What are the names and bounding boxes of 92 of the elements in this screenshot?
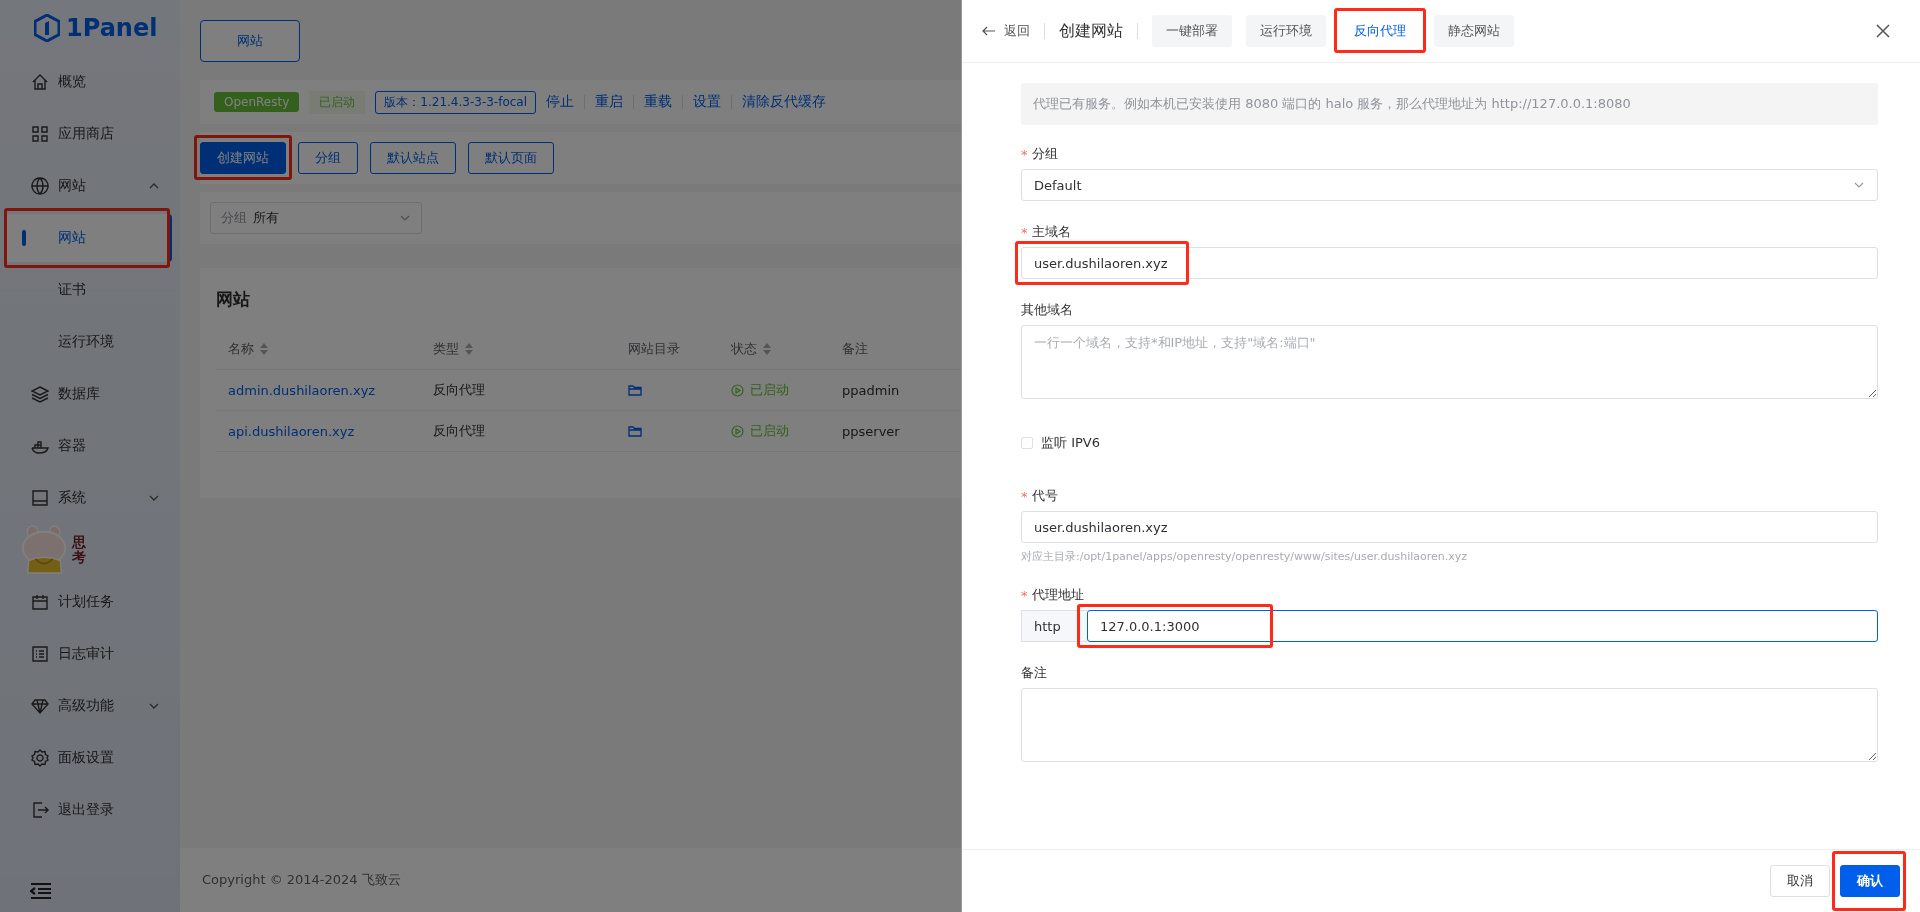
field-label: 主域名 bbox=[1031, 223, 1071, 241]
version-tag: 版本：1.21.4.3-3-3-focal bbox=[375, 90, 537, 114]
field-label: 备注 bbox=[1021, 664, 1047, 682]
monitor-icon bbox=[30, 488, 50, 508]
site-link[interactable]: api.dushilaoren.xyz bbox=[228, 423, 355, 439]
globe-icon bbox=[30, 176, 50, 196]
sidebar-item[interactable]: 网站 bbox=[0, 160, 180, 212]
sidebar-item[interactable]: 面板设置 bbox=[0, 732, 180, 784]
column-header: 状态 bbox=[730, 340, 757, 358]
proxy-address-field[interactable]: 127.0.0.1:3000 bbox=[1087, 610, 1878, 642]
sidebar-item[interactable]: 数据库 bbox=[0, 368, 180, 420]
action-link[interactable]: 设置 bbox=[693, 93, 722, 111]
toolbar-button[interactable]: 默认页面 bbox=[468, 142, 554, 174]
column-header: 网站目录 bbox=[627, 340, 680, 358]
create-button[interactable]: 创建网站 bbox=[200, 142, 286, 174]
sidebar-subitem[interactable]: 网站 bbox=[4, 214, 172, 262]
required-mark: * bbox=[1021, 488, 1028, 504]
sidebar-item[interactable]: 计划任务 bbox=[0, 576, 180, 628]
status-text: 已启动 bbox=[749, 381, 789, 399]
logo-text: 1Panel bbox=[66, 14, 158, 42]
logout-icon bbox=[30, 800, 50, 820]
sidebar-item[interactable]: 概览 bbox=[0, 56, 180, 108]
column-header: 类型 bbox=[433, 340, 460, 358]
sort-icon[interactable] bbox=[260, 343, 268, 355]
type-tab[interactable]: 运行环境 bbox=[1246, 15, 1326, 47]
toolbar-button[interactable]: 分组 bbox=[298, 142, 358, 174]
play-circle-icon bbox=[730, 424, 744, 438]
app-name-tag: OpenResty bbox=[214, 92, 300, 112]
action-link[interactable]: 重启 bbox=[595, 93, 624, 111]
home-icon bbox=[30, 72, 50, 92]
sort-icon[interactable] bbox=[465, 343, 474, 355]
input-field[interactable]: user.dushilaoren.xyz bbox=[1021, 511, 1878, 543]
table-cell: 反向代理 bbox=[433, 422, 486, 440]
list-icon bbox=[30, 644, 50, 664]
sidebar-subitem[interactable]: 运行环境 bbox=[4, 318, 172, 366]
input-field[interactable]: user.dushilaoren.xyz bbox=[1021, 247, 1878, 279]
type-tab[interactable]: 一键部署 bbox=[1152, 15, 1232, 47]
sidebar-item[interactable]: 日志审计 bbox=[0, 628, 180, 680]
sidebar-item[interactable]: 应用商店 bbox=[0, 108, 180, 160]
table-cell: ppadmin bbox=[842, 382, 900, 398]
required-mark: * bbox=[1021, 146, 1028, 162]
back-link[interactable]: 返回 bbox=[982, 22, 1030, 40]
arrow-left-icon bbox=[982, 25, 996, 37]
field-hint: 对应主目录:/opt/1panel/apps/openresty/openresty/www/sites/user.dushilaoren.xyz bbox=[1021, 549, 1469, 564]
table-title: 网站 bbox=[216, 288, 251, 311]
group-select[interactable]: Default bbox=[1021, 169, 1878, 201]
sort-icon[interactable] bbox=[762, 343, 771, 355]
sidebar-subitem[interactable]: 证书 bbox=[4, 266, 172, 314]
confirm-button[interactable]: 确认 bbox=[1840, 865, 1900, 897]
field-label: 分组 bbox=[1031, 145, 1058, 163]
required-mark: * bbox=[1021, 224, 1028, 240]
status-tag: 已启动 bbox=[309, 90, 366, 114]
field-label: 代理地址 bbox=[1031, 586, 1084, 604]
close-icon[interactable] bbox=[1876, 24, 1890, 38]
sidebar-item[interactable]: 高级功能 bbox=[0, 680, 180, 732]
play-circle-icon bbox=[730, 383, 744, 397]
action-link[interactable]: 清除反代缓存 bbox=[742, 93, 827, 111]
folder-icon[interactable] bbox=[627, 425, 642, 437]
action-link[interactable]: 停止 bbox=[546, 93, 575, 111]
gear-icon bbox=[30, 748, 50, 768]
checkbox[interactable] bbox=[1021, 437, 1033, 449]
toolbar-button[interactable]: 默认站点 bbox=[370, 142, 456, 174]
column-header: 名称 bbox=[228, 340, 254, 358]
logo-icon bbox=[34, 14, 60, 42]
type-tab[interactable]: 静态网站 bbox=[1434, 15, 1514, 47]
grid-icon bbox=[30, 124, 50, 144]
action-link[interactable]: 重载 bbox=[644, 93, 673, 111]
collapse-menu-icon[interactable] bbox=[30, 882, 52, 900]
sidebar-item[interactable]: 退出登录 bbox=[0, 784, 180, 836]
page-tab[interactable]: 网站 bbox=[200, 20, 300, 62]
table-cell: ppserver bbox=[842, 423, 900, 439]
column-header: 备注 bbox=[842, 340, 869, 358]
required-mark: * bbox=[1021, 587, 1028, 603]
checkbox-label: 监听 IPV6 bbox=[1041, 434, 1100, 452]
site-link[interactable]: admin.dushilaoren.xyz bbox=[228, 382, 376, 398]
scheme-select[interactable]: http bbox=[1021, 610, 1087, 642]
table-cell: 反向代理 bbox=[433, 381, 486, 399]
calendar-icon bbox=[30, 592, 50, 612]
sidebar-item[interactable]: 容器 bbox=[0, 420, 180, 472]
info-alert: 代理已有服务。例如本机已安装使用 8080 端口的 halo 服务，那么代理地址为 http://127.0.0.1:8080 bbox=[1021, 83, 1878, 125]
folder-icon[interactable] bbox=[627, 384, 642, 396]
status-text: 已启动 bbox=[749, 422, 789, 440]
diamond-icon bbox=[30, 696, 50, 716]
drawer-title: 创建网站 bbox=[1059, 20, 1123, 42]
copyright-text: Copyright © 2014-2024 飞致云 bbox=[202, 871, 401, 889]
textarea-field[interactable] bbox=[1021, 688, 1878, 762]
sidebar-item[interactable]: 系统 bbox=[0, 472, 180, 524]
cancel-button[interactable]: 取消 bbox=[1770, 865, 1830, 897]
field-label: 其他域名 bbox=[1021, 301, 1073, 319]
field-label: 代号 bbox=[1031, 487, 1058, 505]
layers-icon bbox=[30, 384, 50, 404]
sticker-text: 思考 bbox=[72, 534, 86, 566]
